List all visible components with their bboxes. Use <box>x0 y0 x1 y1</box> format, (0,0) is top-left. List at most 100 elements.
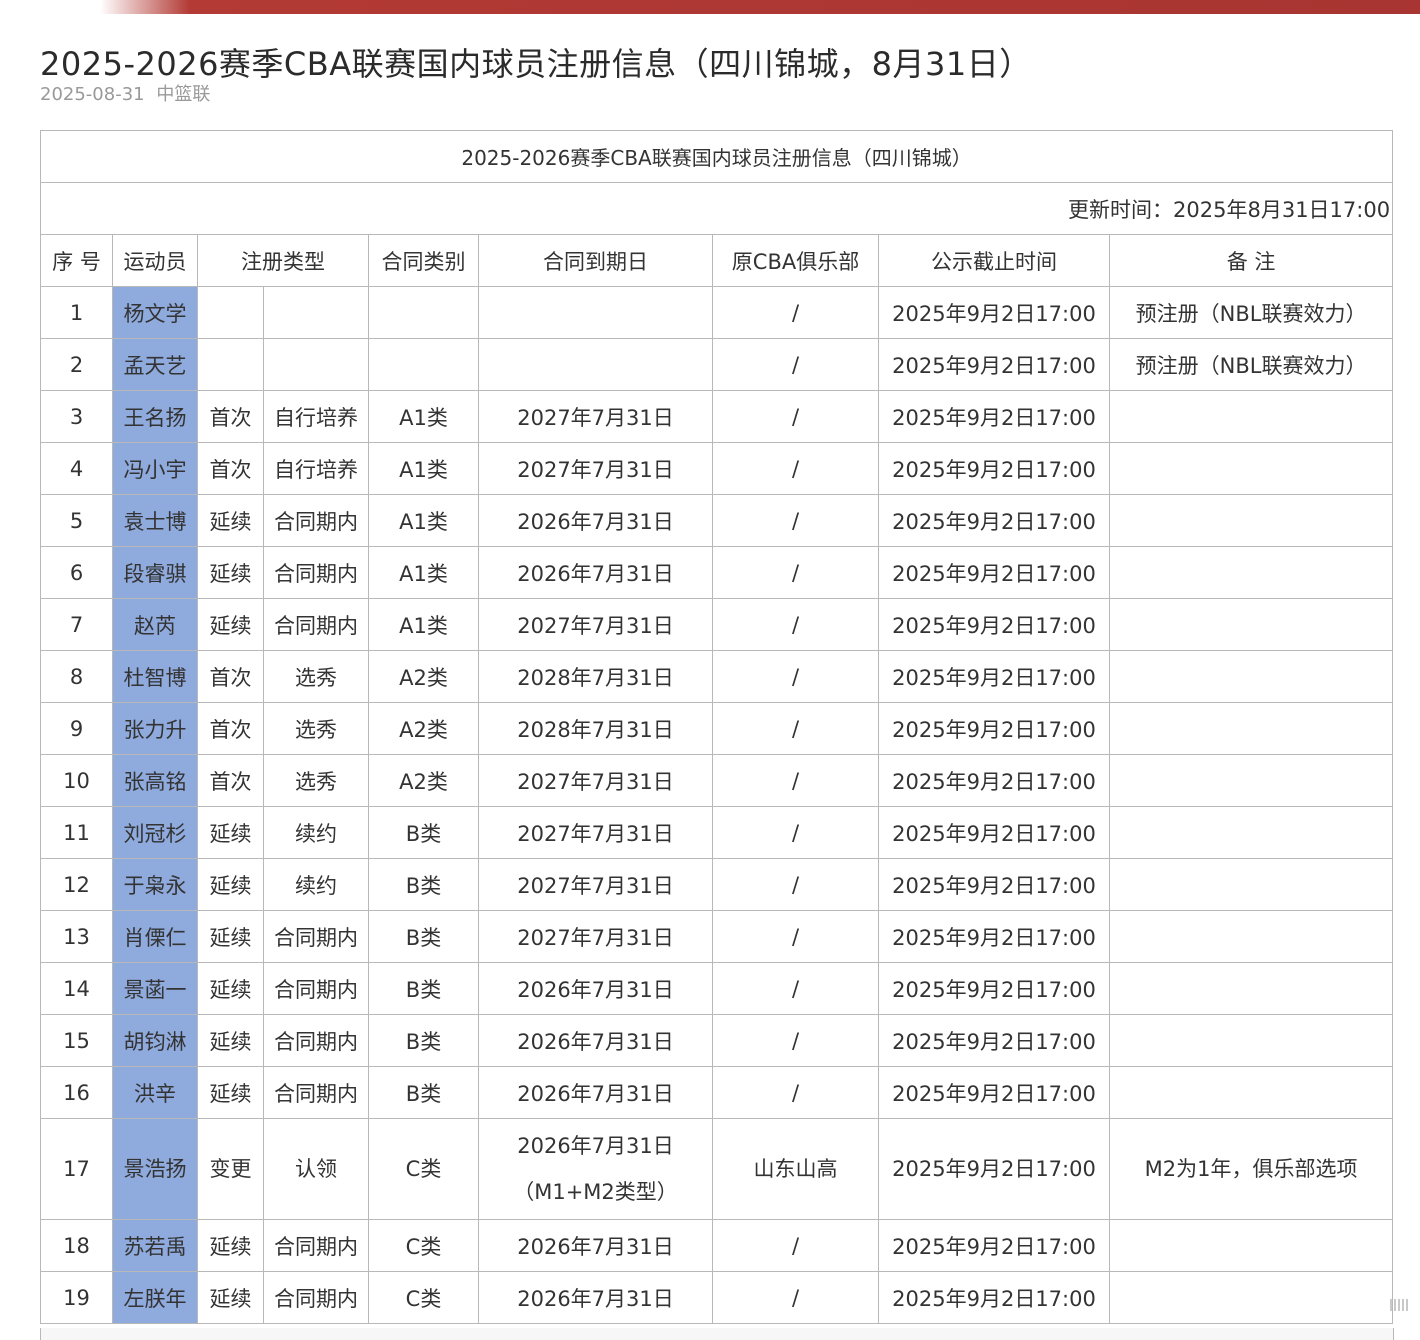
cell-index: 8 <box>40 650 113 703</box>
article-date: 2025-08-31 <box>40 84 145 105</box>
cell-expiry: 2026年7月31日 <box>478 1014 713 1067</box>
cell-reg-source: 合同期内 <box>263 1066 369 1119</box>
cell-index: 3 <box>40 390 113 443</box>
cell-reg-source: 合同期内 <box>263 494 369 547</box>
cell-deadline: 2025年9月2日17:00 <box>878 1271 1110 1324</box>
cell-reg-kind <box>197 338 264 391</box>
cell-deadline: 2025年9月2日17:00 <box>878 1118 1110 1220</box>
cell-index: 16 <box>40 1066 113 1119</box>
cell-note <box>1108 1219 1394 1272</box>
cell-player: 杨文学 <box>112 286 198 339</box>
image-gallery-icon[interactable] <box>1384 1296 1414 1314</box>
cell-prev-club: / <box>712 546 879 599</box>
cell-player: 张高铭 <box>112 754 198 807</box>
table-row: 9 张力升 首次 选秀 A2类 2028年7月31日/2025年9月2日17:00 <box>40 702 1394 755</box>
cell-contract-class: C类 <box>368 1118 479 1220</box>
cell-contract-class: B类 <box>368 962 479 1015</box>
cell-deadline: 2025年9月2日17:00 <box>878 910 1110 963</box>
cell-deadline: 2025年9月2日17:00 <box>878 390 1110 443</box>
cell-note: 预注册（NBL联赛效力） <box>1108 338 1394 391</box>
cell-contract-class: A1类 <box>368 442 479 495</box>
cell-index: 7 <box>40 598 113 651</box>
cell-note <box>1108 442 1394 495</box>
cell-expiry-type: （M1+M2类型） <box>513 1180 678 1204</box>
cell-deadline: 2025年9月2日17:00 <box>878 338 1110 391</box>
cell-contract-class: C类 <box>368 1271 479 1324</box>
cell-contract-class: A1类 <box>368 494 479 547</box>
cell-index: 11 <box>40 806 113 859</box>
cell-index: 10 <box>40 754 113 807</box>
cell-contract-class: B类 <box>368 1014 479 1067</box>
cell-reg-kind: 延续 <box>197 1014 264 1067</box>
table-row: 16 洪辛 延续 合同期内 B类 2026年7月31日/2025年9月2日17:00 <box>40 1066 1394 1119</box>
cell-player: 张力升 <box>112 702 198 755</box>
table-row: 18 苏若禹 延续 合同期内 C类 2026年7月31日/2025年9月2日17:00 <box>40 1219 1394 1272</box>
cell-expiry: 2028年7月31日 <box>478 650 713 703</box>
cell-note <box>1108 494 1394 547</box>
cell-deadline: 2025年9月2日17:00 <box>878 702 1110 755</box>
cell-expiry: 2026年7月31日 <box>478 1219 713 1272</box>
cell-deadline: 2025年9月2日17:00 <box>878 962 1110 1015</box>
cell-note <box>1108 1271 1394 1324</box>
cell-player: 胡钧淋 <box>112 1014 198 1067</box>
cell-note <box>1108 1066 1394 1119</box>
cell-prev-club: / <box>712 1219 879 1272</box>
cell-note <box>1108 1014 1394 1067</box>
table-row: 3 王名扬 首次 自行培养 A1类 2027年7月31日/2025年9月2日17:00 <box>40 390 1394 443</box>
cell-reg-source: 自行培养 <box>263 442 369 495</box>
cell-prev-club: / <box>712 702 879 755</box>
cell-note <box>1108 598 1394 651</box>
cell-expiry: 2027年7月31日 <box>478 754 713 807</box>
cell-prev-club: / <box>712 338 879 391</box>
cell-deadline: 2025年9月2日17:00 <box>878 494 1110 547</box>
cell-expiry: 2026年7月31日 <box>478 962 713 1015</box>
table-row: 8 杜智博 首次 选秀 A2类 2028年7月31日/2025年9月2日17:00 <box>40 650 1394 703</box>
cell-prev-club: 山东山高 <box>712 1118 879 1220</box>
cell-note <box>1108 390 1394 443</box>
cell-reg-kind: 延续 <box>197 962 264 1015</box>
table-row: 11 刘冠杉 延续 续约 B类 2027年7月31日/2025年9月2日17:00 <box>40 806 1394 859</box>
cell-deadline: 2025年9月2日17:00 <box>878 858 1110 911</box>
cell-expiry: 2027年7月31日 <box>478 390 713 443</box>
table-row: 12 于枭永 延续 续约 B类 2027年7月31日/2025年9月2日17:00 <box>40 858 1394 911</box>
table-row: 15 胡钧淋 延续 合同期内 B类 2026年7月31日/2025年9月2日17:00 <box>40 1014 1394 1067</box>
cell-prev-club: / <box>712 910 879 963</box>
cell-expiry: 2026年7月31日 <box>478 546 713 599</box>
cell-reg-kind: 首次 <box>197 442 264 495</box>
cell-reg-kind: 延续 <box>197 598 264 651</box>
cell-reg-kind: 延续 <box>197 858 264 911</box>
article-title: 2025-2026赛季CBA联赛国内球员注册信息（四川锦城，8月31日） <box>40 45 1032 84</box>
cell-index: 9 <box>40 702 113 755</box>
cell-reg-kind: 延续 <box>197 910 264 963</box>
registration-table: 2025-2026赛季CBA联赛国内球员注册信息（四川锦城） 更新时间：2025… <box>39 130 1394 1324</box>
cell-index: 1 <box>40 286 113 339</box>
table-continuation <box>40 1328 1394 1340</box>
cell-reg-kind: 延续 <box>197 1219 264 1272</box>
cell-reg-source: 自行培养 <box>263 390 369 443</box>
cell-reg-source: 续约 <box>263 858 369 911</box>
cell-note <box>1108 806 1394 859</box>
cell-note <box>1108 702 1394 755</box>
table-row: 19 左朕年 延续 合同期内 C类 2026年7月31日/2025年9月2日17:00 <box>40 1271 1394 1324</box>
cell-deadline: 2025年9月2日17:00 <box>878 806 1110 859</box>
cell-contract-class: A1类 <box>368 598 479 651</box>
article-source[interactable]: 中篮联 <box>156 84 210 105</box>
cell-index: 5 <box>40 494 113 547</box>
cell-index: 13 <box>40 910 113 963</box>
cell-reg-kind: 首次 <box>197 702 264 755</box>
cell-reg-kind: 变更 <box>197 1118 264 1220</box>
header-prev-club: 原CBA俱乐部 <box>712 234 879 287</box>
header-reg-type: 注册类型 <box>197 234 369 287</box>
cell-note: 预注册（NBL联赛效力） <box>1108 286 1394 339</box>
cell-note <box>1108 754 1394 807</box>
table-row: 4 冯小宇 首次 自行培养 A1类 2027年7月31日/2025年9月2日17:00 <box>40 442 1394 495</box>
cell-player: 刘冠杉 <box>112 806 198 859</box>
cell-player: 景菡一 <box>112 962 198 1015</box>
cell-player: 孟天艺 <box>112 338 198 391</box>
cell-contract-class: B类 <box>368 910 479 963</box>
cell-reg-source: 选秀 <box>263 754 369 807</box>
cell-deadline: 2025年9月2日17:00 <box>878 1219 1110 1272</box>
cell-index: 18 <box>40 1219 113 1272</box>
cell-index: 6 <box>40 546 113 599</box>
cell-contract-class: A1类 <box>368 546 479 599</box>
